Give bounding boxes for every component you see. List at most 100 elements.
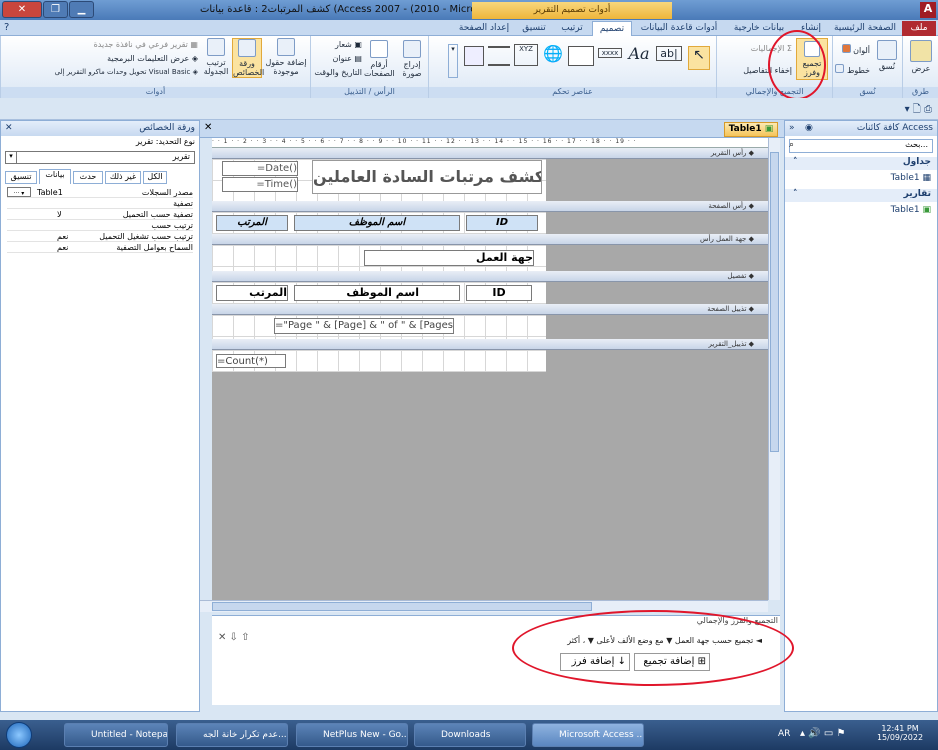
property-row[interactable]: تصفية حسب التحميل لا xyxy=(7,209,193,220)
property-row[interactable]: مصدر السجلات Table1 ··· ▾ xyxy=(7,187,193,198)
tab-control-tool[interactable] xyxy=(568,46,594,66)
object-selector[interactable]: تقرير xyxy=(5,151,195,164)
property-row[interactable]: ترتيب حسب تشغيل التحميل نعم xyxy=(7,231,193,242)
tab-arrange[interactable]: ترتيب xyxy=(554,21,590,36)
tab-database-tools[interactable]: أدوات قاعدة البيانات xyxy=(634,21,724,36)
detail-id-textbox[interactable]: ID xyxy=(466,285,532,301)
close-icon[interactable]: ✕ xyxy=(204,122,212,133)
tab-design[interactable]: تصميم xyxy=(592,21,632,36)
band-report-header[interactable]: رأس التقرير ◆ xyxy=(212,148,768,159)
band-page-footer[interactable]: تذييل الصفحة ◆ xyxy=(212,304,768,315)
themes-button[interactable]: نُسق xyxy=(874,40,900,71)
section-report-footer: =Count(*) xyxy=(212,350,546,372)
taskbar-notepad[interactable]: Untitled - Notepad xyxy=(64,723,168,747)
date-textbox[interactable]: =Date() xyxy=(222,161,298,176)
chevron-down-icon[interactable]: ▾ xyxy=(5,151,17,164)
header-id-label[interactable]: ID xyxy=(466,215,538,231)
button-tool[interactable]: xxxx xyxy=(598,48,622,58)
page-number-icon xyxy=(370,40,388,58)
tab-format[interactable]: تنسيق xyxy=(516,21,552,36)
add-existing-fields-button[interactable]: إضافة حقول موجودة xyxy=(264,38,308,76)
property-row[interactable]: السماح بعوامل التصفية نعم xyxy=(7,242,193,253)
subreport-button[interactable]: تقرير فرعي في نافذة جديدة ▦ xyxy=(2,40,198,49)
header-employee-label[interactable]: اسم الموظف xyxy=(294,215,460,231)
band-detail[interactable]: تفصيل ◆ xyxy=(212,271,768,282)
band-group-header[interactable]: جهة العمل رأس ◆ xyxy=(212,234,768,245)
fonts-button[interactable]: خطوط xyxy=(834,64,870,75)
nav-table-item[interactable]: Table1 ▦ xyxy=(891,173,931,183)
tab-page-setup[interactable]: إعداد الصفحة xyxy=(454,21,514,36)
minimize-button[interactable]: ▁ xyxy=(69,1,94,18)
builder-icon[interactable]: ··· ▾ xyxy=(7,187,31,197)
start-button[interactable] xyxy=(6,722,32,748)
count-textbox[interactable]: =Count(*) xyxy=(216,354,286,368)
colors-button[interactable]: ألوان xyxy=(834,44,870,55)
insert-image-button[interactable]: إدراج صورة xyxy=(398,40,426,78)
property-row[interactable]: تصفية xyxy=(7,198,193,209)
title-button[interactable]: عنوان ▤ xyxy=(312,54,362,63)
convert-macros-button[interactable]: تحويل وحدات ماكرو التقرير إلى Visual Bas… xyxy=(2,68,198,76)
nav-tables-header[interactable]: جداول ˄ xyxy=(785,157,937,170)
tab-other-props[interactable]: غير ذلك xyxy=(105,171,141,184)
textbox-tool[interactable]: ab| xyxy=(656,46,682,61)
header-salary-label[interactable]: المرتب xyxy=(216,215,288,231)
nav-menu-icon[interactable]: ◉ xyxy=(805,121,813,136)
page-number-textbox[interactable]: ="Page " & [Page] & " of " & [Pages] xyxy=(274,318,454,334)
taskbar-access[interactable]: Microsoft Access ... xyxy=(532,723,644,747)
select-tool[interactable]: ↖ xyxy=(688,46,710,70)
taskbar-downloads[interactable]: Downloads xyxy=(414,723,526,747)
help-icon[interactable]: ? xyxy=(4,22,9,33)
scroll-thumb[interactable] xyxy=(770,152,779,452)
time-textbox[interactable]: =Time() xyxy=(222,177,298,192)
tab-order-button[interactable]: ترتيب الجدولة xyxy=(202,38,230,76)
tab-event-props[interactable]: حدث xyxy=(73,171,103,184)
date-time-button[interactable]: التاريخ والوقت xyxy=(312,68,362,77)
restore-button[interactable]: ❐ xyxy=(43,1,68,18)
group-themes: نُسق ألوان خطوط نُسق xyxy=(832,36,902,98)
group-pane-controls-icon[interactable]: ✕ ⇩ ⇧ xyxy=(218,632,250,643)
report-title-label[interactable]: كشف مرتبات السادة العاملين xyxy=(312,160,542,194)
group-field-textbox[interactable]: جهة العمل xyxy=(364,250,534,266)
label-tool[interactable]: Aa xyxy=(626,44,652,63)
list-tool[interactable] xyxy=(464,46,484,66)
taskbar-netplus[interactable]: NetPlus New - Go... xyxy=(296,723,408,747)
close-button[interactable]: ✕ xyxy=(2,1,42,18)
scroll-thumb[interactable] xyxy=(212,602,592,611)
property-sheet-button[interactable]: ورقة الخصائص xyxy=(232,38,264,78)
tab-format-props[interactable]: تنسيق xyxy=(5,171,37,184)
tab-home[interactable]: الصفحة الرئيسية xyxy=(830,21,900,36)
band-page-header[interactable]: رأس الصفحة ◆ xyxy=(212,201,768,212)
hyperlink-tool[interactable]: 🌐 xyxy=(542,44,564,63)
view-code-button[interactable]: عرض التعليمات البرمجية ◈ xyxy=(2,54,198,63)
tray-icons[interactable]: ▴ 🔊 ▭ ⚑ xyxy=(800,728,845,739)
nav-collapse-icon[interactable]: » xyxy=(789,121,795,136)
line-tool[interactable] xyxy=(488,46,510,66)
doc-tab-table1[interactable]: Table1 ▣ xyxy=(724,122,778,137)
tab-all-props[interactable]: الكل xyxy=(143,171,167,184)
tab-data-props[interactable]: بيانات xyxy=(39,169,71,184)
band-report-footer[interactable]: تذييل_التقرير ◆ xyxy=(212,339,768,350)
language-indicator[interactable]: AR xyxy=(778,729,790,739)
fields-icon xyxy=(277,38,295,56)
quick-access-icon[interactable]: ▾ 🗋 ⎙ xyxy=(905,102,932,119)
nav-reports-header[interactable]: تقارير ˄ xyxy=(785,189,937,202)
quick-access-row: ▾ 🗋 ⎙ xyxy=(0,98,938,120)
view-button[interactable]: عرض xyxy=(906,40,936,73)
nav-header[interactable]: كافة كائنات Access xyxy=(857,123,933,133)
logo-button[interactable]: شعار ▣ xyxy=(312,40,362,49)
close-icon[interactable]: ✕ xyxy=(5,121,13,136)
taskbar-chrome[interactable]: عدم تكرار خانة الجه... xyxy=(176,723,288,747)
chart-tool[interactable]: XYZ xyxy=(514,44,538,66)
clock[interactable]: 12:41 PM 15/09/2022 xyxy=(876,724,924,742)
property-row[interactable]: ترتيب حسب xyxy=(7,220,193,231)
group-controls: ↖ ab| Aa xxxx 🌐 XYZ ▾ عناصر تحكم xyxy=(428,36,716,98)
nav-report-item[interactable]: Table1 ▣ xyxy=(891,205,931,215)
tab-file[interactable]: ملف xyxy=(902,21,936,36)
page-numbers-button[interactable]: أرقام الصفحات xyxy=(364,40,395,78)
group-tools: إضافة حقول موجودة ورقة الخصائص ترتيب الج… xyxy=(0,36,310,98)
nav-search-input[interactable]: بحث... xyxy=(789,139,933,153)
detail-salary-textbox[interactable]: المرتب xyxy=(216,285,288,301)
detail-employee-textbox[interactable]: اسم الموظف xyxy=(294,285,460,301)
controls-more-icon[interactable]: ▾ xyxy=(448,44,458,78)
vertical-scrollbar[interactable] xyxy=(768,138,780,600)
